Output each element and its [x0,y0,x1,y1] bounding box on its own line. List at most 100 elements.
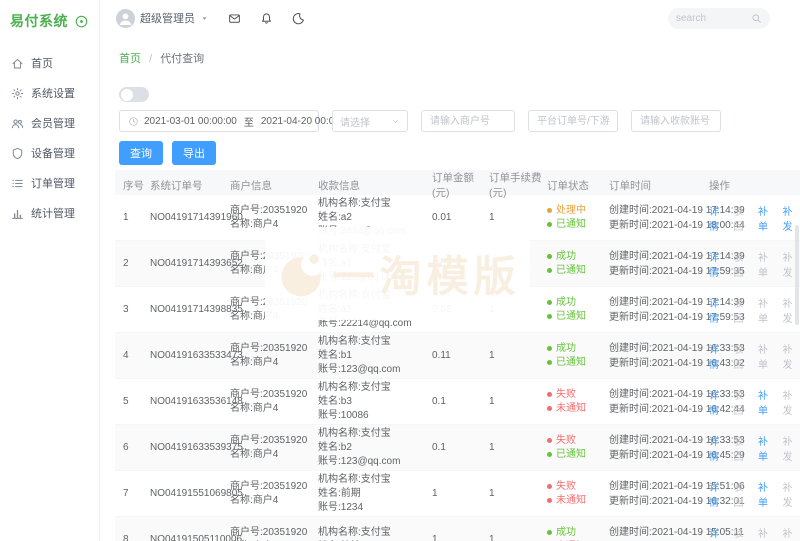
action-reject-link[interactable]: 驳回 [734,249,752,279]
search-icon[interactable] [751,13,762,24]
action-resend-link[interactable]: 补发 [783,479,800,509]
button-row: 查询 导出 [119,141,800,165]
action-reject-link[interactable]: 驳回 [734,433,752,463]
payee-name: 姓名:b2 [318,441,432,455]
status-label: 成功 [556,342,576,356]
created-time: 创建时间:2021-04-19 15:05:11 [609,525,709,540]
row-actions: 详情驳回补单补发 [709,525,800,541]
action-patch-order-link[interactable]: 补单 [758,203,776,233]
sidebar-item[interactable]: 统计管理 [0,198,99,228]
created-time: 创建时间:2021-04-19 17:14:39 [609,249,709,264]
created-time: 创建时间:2021-04-19 16:33:53 [609,341,709,356]
merchant-no: 商户号:20351920 [230,342,318,356]
breadcrumb-home-link[interactable]: 首页 [119,53,141,65]
action-reject-link[interactable]: 驳回 [734,295,752,325]
export-button[interactable]: 导出 [172,141,216,165]
payee-name: 姓名:b3 [318,395,432,409]
sidebar-item[interactable]: 订单管理 [0,168,99,198]
action-patch-order-link[interactable]: 补单 [758,295,776,325]
account-no-input[interactable] [631,110,721,132]
mail-icon[interactable] [228,12,241,25]
list-icon [11,177,24,190]
action-reject-link[interactable]: 驳回 [734,479,752,509]
action-resend-link[interactable]: 补发 [783,387,800,417]
system-order-no: NO04191714393652 [150,258,230,269]
action-reject-link[interactable]: 驳回 [734,341,752,371]
action-reject-link[interactable]: 驳回 [734,203,752,233]
notify-dot [547,452,552,457]
action-detail-link[interactable]: 详情 [709,525,727,541]
action-detail-link[interactable]: 详情 [709,249,727,279]
sidebar-item[interactable]: 首页 [0,48,99,78]
created-time: 创建时间:2021-04-19 16:33:53 [609,387,709,402]
clock-icon [128,116,139,127]
avatar [116,9,135,28]
order-fee: 1 [489,534,547,541]
payee-org: 机构名称:支付宝 [318,197,432,211]
search-button[interactable]: 查询 [119,141,163,165]
updated-time: 更新时间:2021-04-19 18:00:44 [609,218,709,233]
sidebar-item-label: 系统设置 [31,85,75,101]
bell-icon[interactable] [260,12,273,25]
created-time: 创建时间:2021-04-19 15:51:06 [609,479,709,494]
updated-time: 更新时间:2021-04-19 17:59:35 [609,264,709,279]
merchant-name: 名称:商户4 [230,402,318,416]
merchant-name: 名称:商户4 [230,356,318,370]
action-reject-link[interactable]: 驳回 [734,525,752,541]
column-header: 订单时间 [609,178,709,193]
action-detail-link[interactable]: 详情 [709,387,727,417]
sidebar-item[interactable]: 会员管理 [0,108,99,138]
column-header: 商户信息 [230,178,318,193]
date-range-picker[interactable]: 2021-03-01 00:00:00 至 2021-04-20 00:00:0… [119,110,319,132]
updated-time: 更新时间:2021-04-19 16:42:44 [609,402,709,417]
notify-dot [547,222,552,227]
action-detail-link[interactable]: 详情 [709,203,727,233]
status-label: 失败 [556,434,576,448]
action-resend-link[interactable]: 补发 [783,433,800,463]
status-dot [547,208,552,213]
system-order-no: NO04191633536148 [150,396,230,407]
notify-dot [547,360,552,365]
gear-icon [11,87,24,100]
table-row: 6 NO04191633539375 商户号:20351920 名称:商户4 机… [115,425,800,471]
action-detail-link[interactable]: 详情 [709,479,727,509]
breadcrumb-current: 代付查询 [160,53,204,65]
order-no-input[interactable] [528,110,618,132]
sidebar-item-label: 订单管理 [31,175,75,191]
action-resend-link[interactable]: 补发 [783,341,800,371]
search-input[interactable] [676,13,748,24]
action-detail-link[interactable]: 详情 [709,341,727,371]
filter-row: 2021-03-01 00:00:00 至 2021-04-20 00:00:0… [119,110,782,132]
user-menu[interactable]: 超级管理员 [116,9,209,28]
row-index: 5 [123,396,150,407]
action-patch-order-link[interactable]: 补单 [758,341,776,371]
notify-label: 已通知 [556,264,586,278]
updated-time: 更新时间:2021-04-19 17:59:53 [609,310,709,325]
action-patch-order-link[interactable]: 补单 [758,479,776,509]
payee-account: 账号:3434@qq.com [318,225,432,239]
merchant-no-input[interactable] [421,110,515,132]
action-reject-link[interactable]: 驳回 [734,387,752,417]
action-detail-link[interactable]: 详情 [709,295,727,325]
row-actions: 详情驳回补单补发 [709,341,800,371]
order-amount: 0.1 [432,442,489,453]
action-patch-order-link[interactable]: 补单 [758,249,776,279]
status-select[interactable]: 请选择 [332,110,408,132]
payee-name: 姓名:a2 [318,211,432,225]
action-patch-order-link[interactable]: 补单 [758,525,776,541]
sidebar-collapse-icon[interactable] [74,14,89,29]
action-resend-link[interactable]: 补发 [783,525,800,541]
action-patch-order-link[interactable]: 补单 [758,433,776,463]
filter-toggle[interactable] [119,87,149,102]
table-header-row: 序号系统订单号商户信息收款信息订单金额(元)订单手续费(元)订单状态订单时间操作 [115,170,800,195]
moon-icon[interactable] [292,12,305,25]
payee-name: 姓名:a1 [318,257,432,271]
payee-account: 账号:10086 [318,409,432,423]
payee-org: 机构名称:支付宝 [318,289,432,303]
sidebar-item[interactable]: 系统设置 [0,78,99,108]
updated-time: 更新时间:2021-04-19 16:32:01 [609,494,709,509]
action-detail-link[interactable]: 详情 [709,433,727,463]
sidebar-item[interactable]: 设备管理 [0,138,99,168]
action-patch-order-link[interactable]: 补单 [758,387,776,417]
scrollbar-thumb[interactable] [795,225,799,325]
